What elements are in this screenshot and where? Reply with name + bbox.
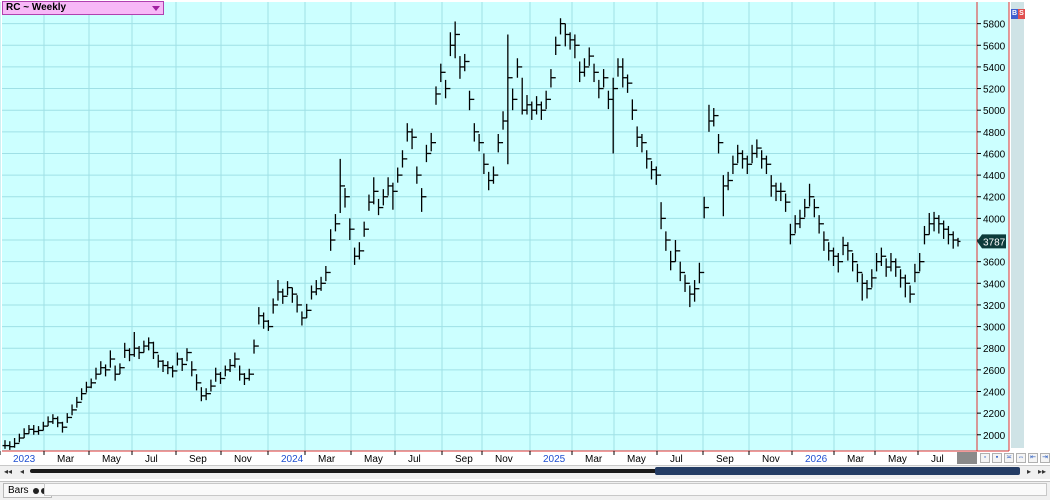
y-tick-label: 4400 (983, 171, 1006, 182)
x-month-label: Sep (189, 454, 207, 465)
sell-badge[interactable]: S (1018, 9, 1025, 19)
x-year-label: 2024 (281, 454, 304, 465)
x-month-label: Mar (318, 454, 336, 465)
x-month-label: Jul (931, 454, 944, 465)
y-tick-label: 5400 (983, 63, 1006, 74)
x-year-label: 2023 (13, 454, 36, 465)
x-month-label: Jul (145, 454, 158, 465)
shift-left-icon[interactable]: ⇤ (1028, 453, 1038, 463)
symbol-title-dropdown[interactable]: RC ~ Weekly (2, 1, 164, 15)
scroll-thumb[interactable] (655, 467, 1020, 475)
x-month-label: May (364, 454, 383, 465)
corner-block (957, 452, 977, 464)
y-tick-label: 2800 (983, 344, 1006, 355)
scroll-last-icon[interactable]: ▸▸ (1037, 467, 1047, 476)
expand-icon[interactable]: ⇔ (1016, 453, 1026, 463)
shift-right-icon[interactable]: ⇥ (1040, 453, 1050, 463)
compress-icon[interactable]: ≍ (1004, 453, 1014, 463)
y-tick-label: 2000 (983, 431, 1006, 442)
symbol-title: RC ~ Weekly (6, 2, 67, 13)
scroll-left-icon[interactable]: ◂ (17, 467, 27, 476)
x-month-label: Sep (716, 454, 734, 465)
x-year-label: 2025 (543, 454, 566, 465)
y-tick-label: 5000 (983, 106, 1006, 117)
zoom-in-icon[interactable]: ▪ (992, 453, 1002, 463)
y-tick-label: 5200 (983, 85, 1006, 96)
y-tick-label: 4800 (983, 128, 1006, 139)
last-price-marker: 3787 (977, 234, 1006, 249)
dot-icon (33, 488, 40, 494)
dropdown-arrow-icon[interactable] (152, 6, 160, 11)
x-month-label: Nov (495, 454, 513, 465)
x-axis-ticks: 2023 Mar May Jul Sep Nov 2024 Mar May Jul Sep Nov 20… (0, 451, 944, 465)
x-month-label: May (627, 454, 646, 465)
x-month-label: Nov (762, 454, 780, 465)
y-tick-label: 4000 (983, 214, 1006, 225)
zoom-out-icon[interactable]: ▫ (980, 453, 990, 463)
status-field (44, 483, 1047, 496)
y-tick-label: 2600 (983, 366, 1006, 377)
y-tick-label: 4600 (983, 149, 1006, 160)
scroll-first-icon[interactable]: ◂◂ (3, 467, 13, 476)
x-month-label: Nov (234, 454, 252, 465)
x-month-label: Mar (585, 454, 603, 465)
price-chart[interactable]: 2000220024002600280030003200340036003800… (0, 0, 1050, 499)
y-tick-label: 4200 (983, 193, 1006, 204)
x-month-label: May (102, 454, 121, 465)
chart-tool-buttons: ▫ ▪ ≍ ⇔ ⇤ ⇥ (980, 453, 1050, 463)
y-tick-label: 3600 (983, 258, 1006, 269)
plot-area (2, 2, 977, 451)
right-side-strip (1011, 2, 1024, 448)
x-month-label: May (888, 454, 907, 465)
y-tick-label: 3400 (983, 279, 1006, 290)
x-month-label: Mar (57, 454, 75, 465)
scroll-right-icon[interactable]: ▸ (1024, 467, 1034, 476)
x-month-label: Sep (455, 454, 473, 465)
last-price-label: 3787 (983, 237, 1006, 248)
x-month-label: Jul (670, 454, 683, 465)
y-tick-label: 2400 (983, 387, 1006, 398)
x-month-label: Mar (847, 454, 865, 465)
y-tick-label: 5800 (983, 20, 1006, 31)
y-tick-label: 5600 (983, 41, 1006, 52)
buy-badge[interactable]: B (1011, 9, 1018, 19)
x-year-label: 2026 (805, 454, 828, 465)
y-tick-label: 3000 (983, 323, 1006, 334)
y-tick-label: 2200 (983, 409, 1006, 420)
x-month-label: Jul (408, 454, 421, 465)
y-tick-label: 3200 (983, 301, 1006, 312)
bars-tab-label: Bars (8, 485, 29, 496)
